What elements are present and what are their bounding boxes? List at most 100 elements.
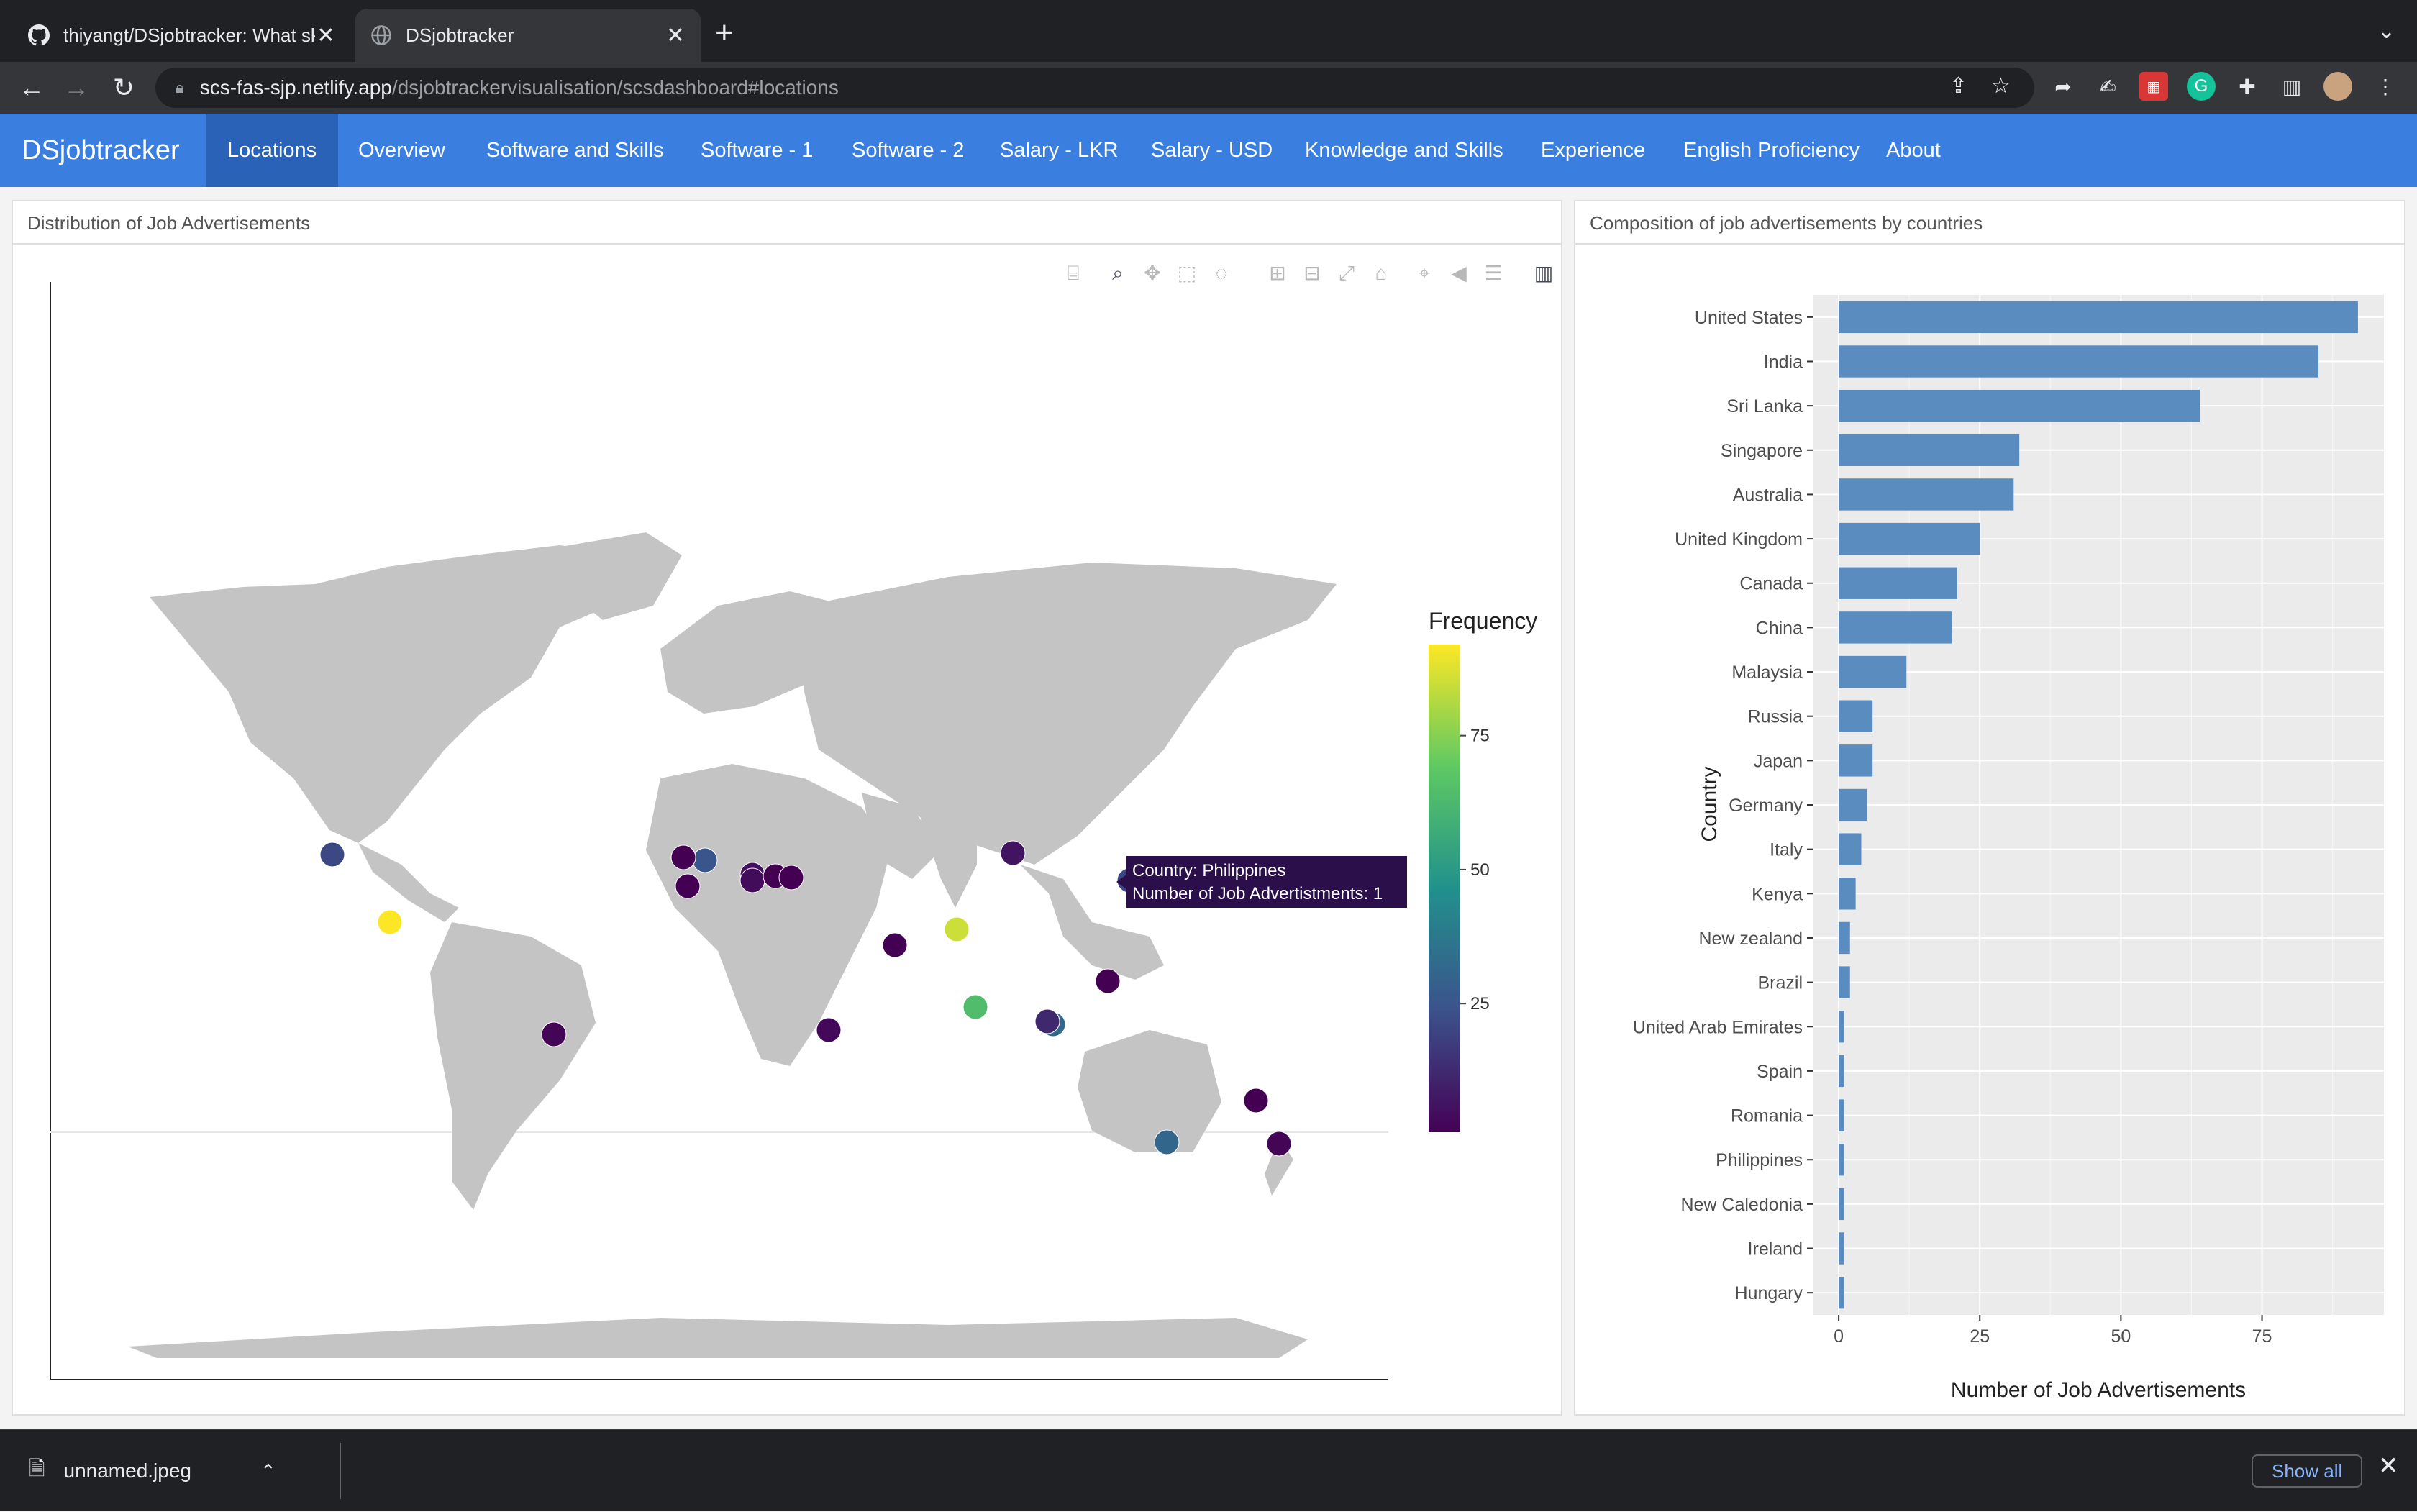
bar-united-arab-emirates[interactable]	[1839, 1011, 1844, 1043]
bar-spain[interactable]	[1839, 1055, 1844, 1088]
hover-compare-icon[interactable]: ☰	[1480, 260, 1506, 286]
bubble-sri-lanka[interactable]	[962, 994, 988, 1020]
brand-title[interactable]: DSjobtracker	[22, 114, 180, 187]
close-icon[interactable]: ✕	[2378, 1452, 2399, 1480]
file-icon: 🗎︎	[29, 1457, 45, 1480]
bar-sri-lanka[interactable]	[1839, 389, 2200, 422]
home-icon[interactable]: ⌂	[1368, 260, 1394, 286]
bar-singapore[interactable]	[1839, 434, 2020, 466]
grammarly-icon[interactable]: G	[2187, 72, 2216, 101]
nav-experience[interactable]: Experience	[1519, 114, 1667, 187]
zoom-icon[interactable]: ⌕	[1105, 260, 1131, 286]
y-tick-label: New Caledonia	[1680, 1195, 1803, 1215]
tab-dsjobtracker[interactable]: DSjobtracker ✕	[355, 9, 701, 62]
bar-italy[interactable]	[1839, 833, 1862, 865]
spike-lines-icon[interactable]: ⌖	[1411, 260, 1437, 286]
hover-closest-icon[interactable]: ◀	[1446, 260, 1472, 286]
avatar[interactable]	[2323, 72, 2352, 101]
forward-icon[interactable]: →	[59, 70, 94, 105]
new-tab-icon[interactable]: +	[715, 17, 734, 49]
signature-icon[interactable]: ✍	[2093, 72, 2122, 101]
lasso-icon[interactable]: ◌	[1208, 260, 1234, 286]
close-icon[interactable]: ✕	[315, 23, 337, 48]
nav-locations[interactable]: Locations	[206, 114, 339, 187]
bar-india[interactable]	[1839, 345, 2318, 378]
bubble-malaysia[interactable]	[1034, 1008, 1060, 1034]
reload-icon[interactable]: ↻	[106, 70, 141, 105]
nav-overview[interactable]: Overview	[337, 114, 467, 187]
nav-knowledge-and-skills[interactable]: Knowledge and Skills	[1283, 114, 1525, 187]
pan-icon[interactable]: ✥	[1139, 260, 1165, 286]
bar-japan[interactable]	[1839, 744, 1873, 777]
bar-philippines[interactable]	[1839, 1144, 1844, 1176]
bar-kenya[interactable]	[1839, 878, 1856, 910]
bubble-italy[interactable]	[739, 867, 765, 893]
nav-software-and-skills[interactable]: Software and Skills	[465, 114, 686, 187]
bubble-russia[interactable]	[1000, 840, 1026, 866]
download-item[interactable]: 🗎︎ unnamed.jpeg ⌃	[29, 1430, 276, 1512]
bar-brazil[interactable]	[1839, 966, 1850, 998]
chevron-down-icon[interactable]: ⌄	[2377, 19, 2395, 44]
chevron-up-icon[interactable]: ⌃	[260, 1460, 276, 1483]
box-select-icon[interactable]: ⬚	[1174, 260, 1200, 286]
bar-hungary[interactable]	[1839, 1276, 1844, 1309]
star-icon[interactable]: ☆	[1991, 73, 2011, 99]
x-tick-label: 50	[2111, 1326, 2131, 1347]
bubble-australia[interactable]	[1154, 1129, 1180, 1155]
share-icon[interactable]: ⇪	[1949, 73, 1967, 99]
bar-australia[interactable]	[1839, 478, 2014, 511]
bar-canada[interactable]	[1839, 567, 1957, 599]
show-all-button[interactable]: Show all	[2252, 1454, 2363, 1488]
bubble-united-states[interactable]	[377, 909, 403, 935]
bar-romania[interactable]	[1839, 1099, 1844, 1131]
bubble-philippines[interactable]	[1095, 968, 1121, 994]
bubble-india[interactable]	[944, 916, 970, 942]
nav-about[interactable]: About	[1865, 114, 1962, 187]
bubble-new-caledonia[interactable]	[1243, 1088, 1269, 1113]
close-icon[interactable]: ✕	[665, 23, 686, 48]
bubble-brazil[interactable]	[541, 1021, 567, 1047]
bubble-united-kingdom[interactable]	[692, 847, 718, 873]
nav-salary-lkr[interactable]: Salary - LKR	[978, 114, 1139, 187]
map-chart[interactable]: Country: Philippines Number of Job Adver…	[13, 246, 1561, 1416]
x-tick-label: 0	[1834, 1326, 1844, 1347]
autoscale-icon[interactable]: ⤢	[1334, 260, 1360, 286]
plotly-logo-icon[interactable]: ▥	[1531, 260, 1557, 286]
bubble-hungary[interactable]	[778, 865, 804, 891]
bubble-canada[interactable]	[319, 842, 345, 867]
bar-malaysia[interactable]	[1839, 655, 1907, 688]
y-tick-labels: United States India Sri Lanka Singapore Aust…	[1633, 308, 1813, 1303]
bubble-united-arab-emirates[interactable]	[882, 932, 908, 958]
nav-software-1[interactable]: Software - 1	[679, 114, 834, 187]
zoom-out-icon[interactable]: ⊟	[1299, 260, 1325, 286]
bar-ireland[interactable]	[1839, 1232, 1844, 1265]
y-tick-label: United Kingdom	[1675, 529, 1803, 550]
bubble-new-zealand[interactable]	[1266, 1131, 1292, 1157]
share-arrow-icon[interactable]: ➦	[2049, 72, 2077, 101]
bubble-ireland[interactable]	[670, 844, 696, 870]
bar-russia[interactable]	[1839, 700, 1873, 732]
bubble-kenya[interactable]	[816, 1017, 842, 1043]
nav-english-proficiency[interactable]: English Proficiency	[1662, 114, 1881, 187]
puzzle-icon[interactable]: ✚	[2233, 72, 2262, 101]
extension-red-icon[interactable]: ▦	[2139, 72, 2168, 101]
more-vert-icon[interactable]: ⋮	[2371, 72, 2400, 101]
plotly-modebar: ⌸ ⌕ ✥ ⬚ ◌ ⊞ ⊟ ⤢ ⌂ ⌖ ◀ ☰ ▥	[13, 260, 1561, 289]
zoom-in-icon[interactable]: ⊞	[1265, 260, 1291, 286]
bar-united-kingdom[interactable]	[1839, 522, 1980, 555]
bar-china[interactable]	[1839, 611, 1952, 644]
nav-salary-usd[interactable]: Salary - USD	[1129, 114, 1294, 187]
tab-github[interactable]: thiyangt/DSjobtracker: What sk ✕	[13, 9, 351, 62]
y-tick-label: Brazil	[1757, 973, 1803, 993]
bubble-spain[interactable]	[675, 873, 701, 899]
bar-new-caledonia[interactable]	[1839, 1188, 1844, 1221]
sidepanel-icon[interactable]: ▥	[2277, 72, 2306, 101]
nav-software-2[interactable]: Software - 2	[830, 114, 986, 187]
camera-icon[interactable]: ⌸	[1060, 260, 1086, 286]
bar-germany[interactable]	[1839, 788, 1867, 821]
bar-united-states[interactable]	[1839, 301, 2358, 334]
back-icon[interactable]: ←	[14, 70, 49, 105]
bar-new-zealand[interactable]	[1839, 921, 1850, 955]
bar-chart[interactable]: United States India Sri Lanka Singapore Aust…	[1575, 246, 2404, 1416]
address-bar[interactable]: 🔒︎ scs-fas-sjp.netlify.app/dsjobtrackerv…	[155, 68, 2034, 108]
